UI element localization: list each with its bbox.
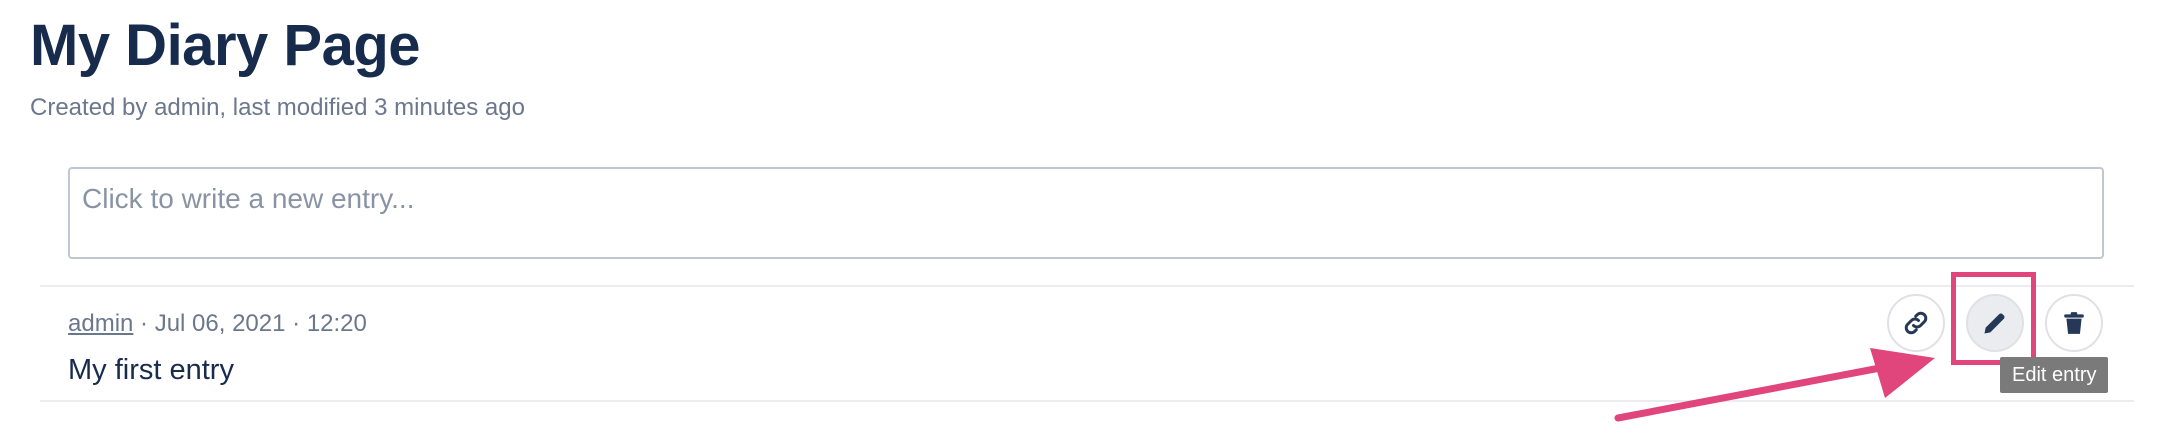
- highlight-box: [1951, 272, 2036, 365]
- delete-entry-button[interactable]: [2045, 294, 2103, 352]
- entry-date: Jul 06, 2021: [154, 310, 286, 337]
- page-meta: Created by admin, last modified 3 minute…: [30, 94, 525, 121]
- diary-page: My Diary Page Created by admin, last mod…: [0, 0, 2162, 438]
- entry-time: 12:20: [306, 310, 367, 337]
- entry-divider-top: [40, 285, 2134, 287]
- entry-meta: admin · Jul 06, 2021 · 12:20: [68, 308, 367, 340]
- entry-text: My first entry: [68, 354, 234, 386]
- entry-separator: ·: [133, 310, 155, 337]
- entry-separator: ·: [285, 310, 307, 337]
- page-title: My Diary Page: [30, 13, 421, 78]
- entry-author-link[interactable]: admin: [68, 310, 133, 337]
- copy-link-button[interactable]: [1887, 294, 1945, 352]
- new-entry-input[interactable]: Click to write a new entry...: [68, 167, 2104, 259]
- link-icon: [1904, 311, 1928, 335]
- entry-divider-bottom: [40, 400, 2134, 402]
- trash-icon: [2064, 312, 2084, 334]
- edit-entry-tooltip: Edit entry: [2000, 357, 2109, 393]
